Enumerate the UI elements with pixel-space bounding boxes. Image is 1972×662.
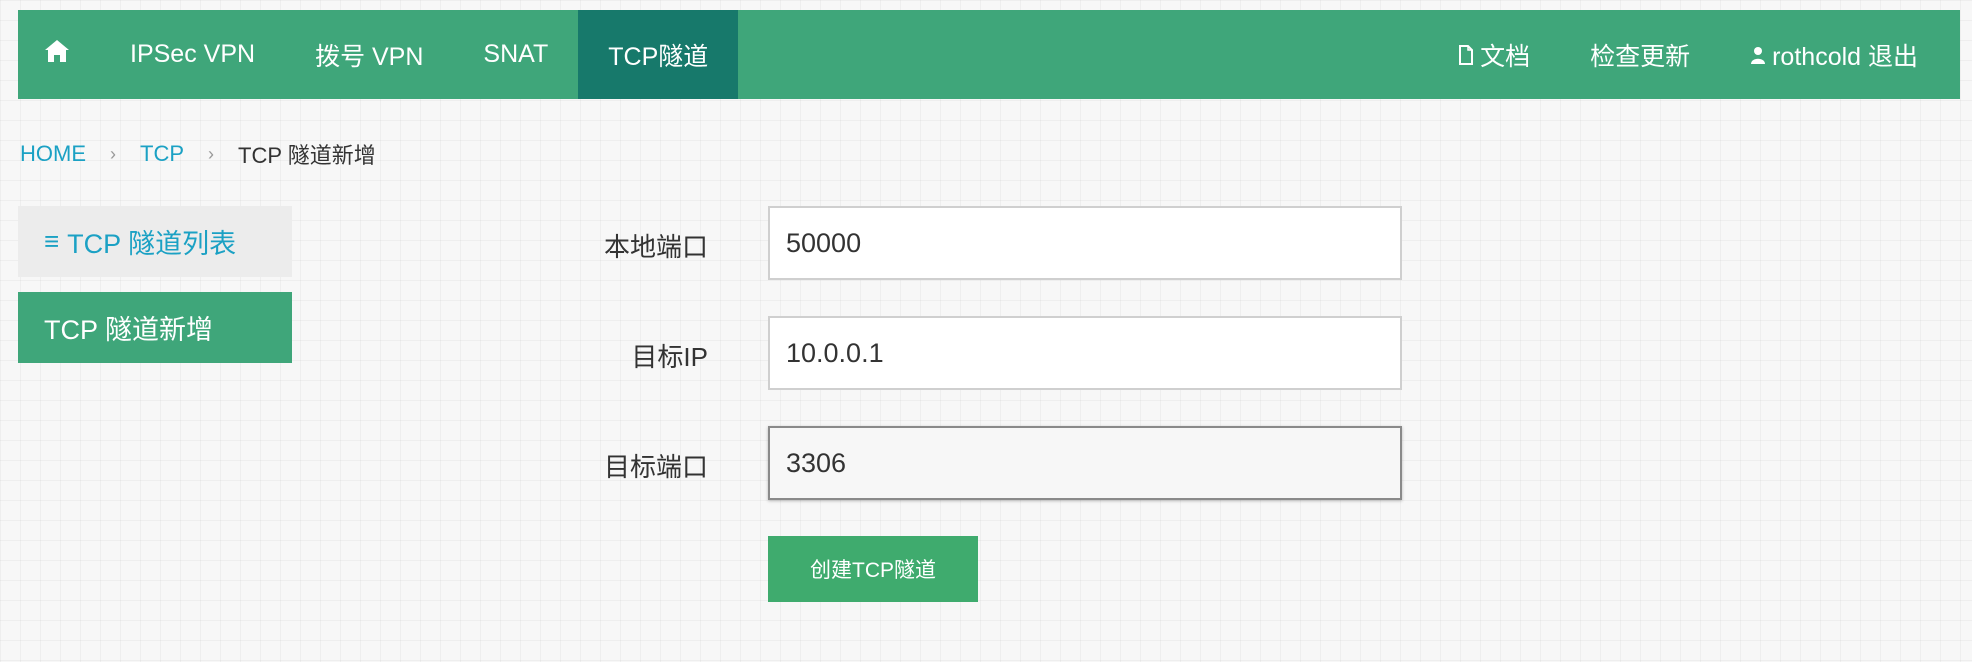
list-icon: ≡ [44,226,60,256]
sidebar-item-tunnel-list[interactable]: ≡ TCP 隧道列表 [18,206,292,277]
nav-check-update[interactable]: 检查更新 [1560,10,1720,99]
user-icon [1750,45,1766,65]
nav-dialup-vpn[interactable]: 拨号 VPN [285,10,453,99]
breadcrumb-separator: › [208,143,214,164]
local-port-label: 本地端口 [603,232,708,262]
top-navbar: IPSec VPN 拨号 VPN SNAT TCP隧道 文档 检查更新 roth… [18,10,1960,99]
nav-docs[interactable]: 文档 [1428,10,1560,99]
local-port-input[interactable] [768,206,1402,280]
target-port-input[interactable] [768,426,1402,500]
home-icon [44,39,70,70]
nav-tcp-tunnel[interactable]: TCP隧道 [578,10,739,99]
sidebar-item-tunnel-list-label: TCP 隧道列表 [67,229,237,259]
breadcrumb-home[interactable]: HOME [20,141,86,167]
target-port-label: 目标端口 [603,452,708,482]
nav-user-logout[interactable]: rothcold 退出 [1720,10,1948,99]
breadcrumb: HOME › TCP › TCP 隧道新增 [20,138,376,170]
nav-check-update-label: 检查更新 [1590,42,1691,71]
target-ip-input[interactable] [768,316,1402,390]
nav-snat[interactable]: SNAT [453,10,578,99]
nav-dialup-vpn-label: 拨号 VPN [315,42,424,71]
document-icon [1458,44,1474,65]
nav-docs-label: 文档 [1480,42,1531,71]
sidebar-item-tunnel-add-label: TCP 隧道新增 [44,315,214,345]
create-tcp-tunnel-button[interactable]: 创建TCP隧道 [768,536,978,602]
nav-ipsec-vpn-label: IPSec VPN [130,40,256,68]
nav-ipsec-vpn[interactable]: IPSec VPN [100,10,285,99]
nav-snat-label: SNAT [483,40,549,68]
breadcrumb-separator: › [110,143,116,164]
nav-home[interactable] [18,10,100,99]
target-ip-label: 目标IP [631,342,708,372]
breadcrumb-current: TCP 隧道新增 [238,143,376,168]
nav-right-group: 文档 检查更新 rothcold 退出 [1428,10,1960,99]
nav-tcp-tunnel-label: TCP隧道 [608,42,709,71]
nav-left-group: IPSec VPN 拨号 VPN SNAT TCP隧道 [18,10,739,99]
sidebar-item-tunnel-add[interactable]: TCP 隧道新增 [18,292,292,363]
nav-user-logout-label: rothcold 退出 [1772,42,1918,71]
breadcrumb-tcp[interactable]: TCP [140,141,184,167]
